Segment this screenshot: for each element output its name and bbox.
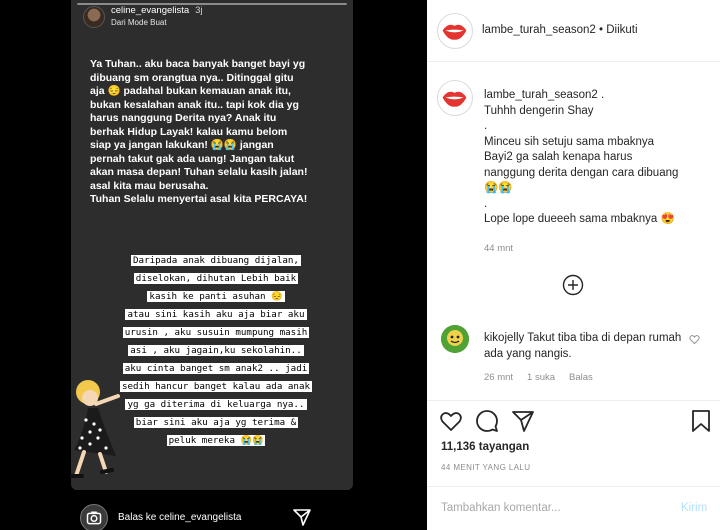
story-reply-placeholder: Balas ke celine_evangelista (118, 512, 242, 523)
story-mono-line: kasih ke panti asuhan 😔 (147, 291, 285, 302)
story-mono-line: biar sini aku aja yg terima & (133, 417, 299, 428)
caption-line: Bayi2 ga salah kenapa harus (484, 151, 633, 163)
caption-line: 😭😭 (484, 182, 513, 194)
story-bold-line: Tuhan Selalu menyertai asal kita PERCAYA… (90, 193, 308, 205)
caption-line: . (484, 197, 488, 210)
caption-line: . (484, 120, 488, 132)
follow-status[interactable]: • Diikuti (596, 24, 638, 36)
caption-username[interactable]: lambe_turah_season2 (484, 89, 598, 101)
story-mono-line: yg ga diterima di keluarga nya.. (125, 399, 307, 410)
story-avatar[interactable] (83, 6, 105, 28)
story-bold-line: bukan kesalahan anak itu.. tapi kok dia … (90, 98, 299, 111)
comment-icon[interactable] (475, 409, 499, 433)
story-username-row: celine_evangelista 3j (111, 5, 203, 16)
story-username[interactable]: celine_evangelista (111, 5, 189, 16)
add-comment-input[interactable]: Tambahkan komentar... (441, 502, 561, 514)
story-bold-text: Ya Tuhan.. aku baca banyak banget bayi y… (90, 58, 340, 207)
load-more-comments-icon[interactable] (562, 274, 584, 296)
post-comment-button[interactable]: Kirim (681, 502, 707, 514)
story-mono-line: asi , aku jagain,ku sekolahin.. (128, 345, 304, 356)
caption-suffix: . (597, 89, 605, 101)
comment-meta: 26 mnt 1 suka Balas (484, 372, 607, 383)
story-bold-line: akan masa depan! Tuhan selalu kasih jala… (90, 166, 308, 178)
account-avatar[interactable] (437, 13, 473, 49)
story-bold-line: aja 😔 padahal bukan kemauan anak itu, (90, 85, 291, 97)
caption-line: nanggung derita dengan cara dibuang (484, 166, 679, 179)
story-bold-line: dibuang sm orangtua nya.. Ditinggal gitu (90, 71, 294, 84)
send-icon[interactable] (293, 508, 311, 526)
story-subtitle: Dari Mode Buat (111, 18, 167, 27)
story-mono-line: atau sini kasih aku aja biar aku (125, 309, 307, 320)
post-actions: 11,136 tayangan 44 MENIT YANG LALU Tamba… (427, 400, 720, 530)
camera-icon[interactable] (80, 504, 108, 530)
commenter-avatar[interactable] (441, 325, 469, 353)
add-comment-box: Tambahkan komentar... Kirim (427, 486, 720, 530)
lips-logo-icon (439, 15, 470, 46)
like-comment-heart-icon[interactable] (689, 334, 700, 345)
caption-avatar[interactable] (437, 80, 473, 116)
caption-line: Tuhhh dengerin Shay (484, 104, 594, 117)
story-bold-line: Ya Tuhan.. aku baca banyak banget bayi y… (90, 58, 306, 70)
post-age: 44 MENIT YANG LALU (441, 463, 531, 472)
dancing-woman-sticker (70, 380, 120, 478)
story-reply-bar: Balas ke celine_evangelista (80, 500, 340, 530)
story-reply-input[interactable]: Balas ke celine_evangelista (118, 504, 304, 530)
header-username[interactable]: lambe_turah_season2 (482, 24, 596, 36)
story-mono-line: sedih hancur banget kalau ada anak (119, 381, 313, 392)
comment-likes[interactable]: 1 suka (527, 372, 555, 383)
story-viewer: celine_evangelista 3j Dari Mode Buat Ya T… (0, 0, 427, 530)
bookmark-icon[interactable] (689, 409, 713, 433)
story-mono-line: diselokan, dihutan Lebih baik (133, 273, 299, 284)
comment-username[interactable]: kikojelly (484, 332, 524, 344)
story-bold-line: harus nanggung Derita nya? Anak itu (90, 112, 277, 124)
header-user-row: lambe_turah_season2 • Diikuti (482, 24, 638, 36)
post-caption: lambe_turah_season2 . Tuhhh dengerin Sha… (484, 88, 712, 228)
story-mono-line: urusin , aku susuin mumpung masih (122, 327, 310, 338)
story-mono-line: Daripada anak dibuang dijalan, (131, 255, 301, 266)
caption-line: Lope lope dueeeh sama mbaknya 😍 (484, 213, 675, 225)
share-icon[interactable] (511, 409, 535, 433)
view-count[interactable]: 11,136 tayangan (441, 441, 529, 453)
story-mono-line: aku cinta banget sm anak2 .. jadi (122, 363, 310, 374)
heart-icon[interactable] (439, 409, 463, 433)
caption-line: Minceu sih setuju sama mbaknya (484, 135, 655, 148)
story-mono-line: peluk mereka 😭😭 (166, 435, 266, 446)
story-bold-line: asal kita mau berusaha. (90, 179, 209, 192)
story-bold-line: berhak Hidup Layak! kalau kamu belom (90, 125, 288, 138)
story-bold-line: pernah takut gak ada uang! Jangan takut (90, 152, 295, 165)
comment-time: 26 mnt (484, 372, 514, 383)
story-bold-line: siap ya jangan lakukan! 😭😭 jangan (90, 139, 274, 151)
lips-logo-icon (439, 82, 470, 113)
comment-body: kikojelly Takut tiba tiba di depan rumah… (484, 330, 684, 362)
caption-time: 44 mnt (484, 243, 514, 254)
story-time: 3j (195, 5, 203, 16)
comment-reply-button[interactable]: Balas (569, 372, 593, 383)
post-header: lambe_turah_season2 • Diikuti (427, 0, 720, 62)
post-details-panel: lambe_turah_season2 • Diikuti lambe_tura… (427, 0, 720, 530)
